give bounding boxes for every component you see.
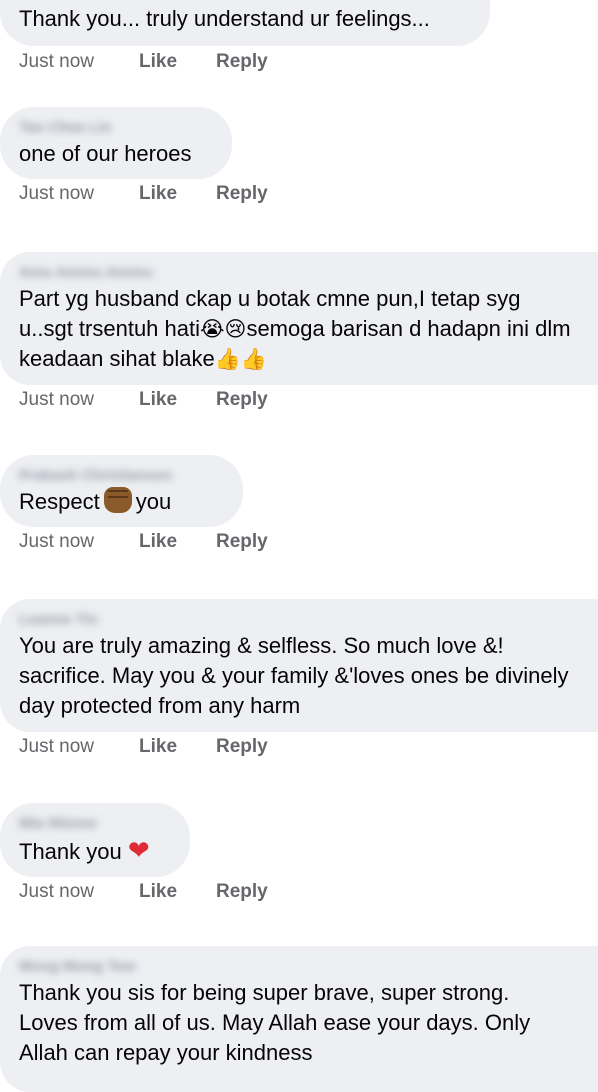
comment-bubble: Mia Wiener Thank you ❤ — [0, 803, 190, 877]
comment-author[interactable]: Amu Ammu Ammu — [19, 262, 574, 284]
raised-fist-icon — [103, 487, 132, 513]
comment: Mong Mong Tew Thank you sis for being su… — [0, 946, 598, 1092]
crying-emoji-icon: 😭😢 — [200, 317, 247, 341]
comment-author[interactable]: Mong Mong Tew — [19, 956, 574, 978]
comment-author[interactable]: Tan Chee Lin — [19, 117, 208, 139]
comment-time: Just now — [19, 183, 94, 204]
comment-feed: Thank you... truly understand ur feeling… — [0, 0, 598, 1092]
comment-bubble: Amu Ammu Ammu Part yg husband ckap u bot… — [0, 252, 598, 385]
comment-time: Just now — [19, 881, 94, 902]
comment-text: Thank you... truly understand ur feeling… — [19, 6, 430, 31]
comment: Prakash Christiansen Respect you Just now… — [0, 455, 598, 557]
comment-time: Just now — [19, 736, 94, 757]
like-button[interactable]: Like — [139, 51, 216, 73]
reply-button[interactable]: Reply — [216, 736, 268, 758]
comment-actions: Just now Like Reply — [0, 179, 598, 209]
comment-text: Part yg husband ckap u botak cmne pun,I … — [19, 284, 574, 374]
reply-button[interactable]: Reply — [216, 183, 268, 205]
comment-actions: Just now Like Reply — [0, 385, 598, 415]
comment-author[interactable]: Prakash Christiansen — [19, 465, 219, 487]
comment-text: Respect you — [19, 487, 219, 517]
comment-time: Just now — [19, 51, 94, 72]
like-button[interactable]: Like — [139, 183, 216, 205]
comment-text-part: you — [135, 489, 172, 514]
comment-bubble: Mong Mong Tew Thank you sis for being su… — [0, 946, 598, 1092]
comment-text: Thank you sis for being super brave, sup… — [19, 980, 531, 1065]
reply-button[interactable]: Reply — [216, 531, 268, 553]
comment-author[interactable]: Leanne Tin — [19, 609, 574, 631]
heart-icon: ❤ — [127, 835, 150, 865]
comment-actions: Just now Like Reply — [0, 732, 598, 762]
reply-button[interactable]: Reply — [216, 389, 268, 411]
comment-actions: Just now Like Reply — [0, 527, 598, 557]
comment-text: one of our heroes — [19, 141, 192, 166]
comment-time: Just now — [19, 531, 94, 552]
comment-author[interactable]: Mia Wiener — [19, 813, 166, 835]
like-button[interactable]: Like — [139, 531, 216, 553]
comment-actions: Just now Like Reply — [0, 47, 598, 77]
reply-button[interactable]: Reply — [216, 51, 268, 73]
comment-bubble: Leanne Tin You are truly amazing & selfl… — [0, 599, 598, 732]
comment-text-part: Thank you — [19, 839, 122, 864]
comment: Amu Ammu Ammu Part yg husband ckap u bot… — [0, 252, 598, 415]
comment-actions: Just now Like Reply — [0, 877, 598, 907]
reply-button[interactable]: Reply — [216, 881, 268, 903]
comment: Tan Chee Lin one of our heroes Just now … — [0, 107, 598, 209]
like-button[interactable]: Like — [139, 389, 216, 411]
comment: Thank you... truly understand ur feeling… — [0, 0, 598, 77]
like-button[interactable]: Like — [139, 881, 216, 903]
comment: Mia Wiener Thank you ❤ Just now Like Rep… — [0, 803, 598, 907]
comment-text-part: Respect — [19, 489, 100, 514]
comment-text: You are truly amazing & selfless. So muc… — [19, 633, 569, 718]
comment-time: Just now — [19, 389, 94, 410]
comment-text: Thank you ❤ — [19, 835, 166, 867]
thumbs-up-emoji-icon: 👍👍 — [214, 347, 267, 371]
comment-bubble: Prakash Christiansen Respect you — [0, 455, 243, 527]
comment-bubble: Tan Chee Lin one of our heroes — [0, 107, 232, 179]
like-button[interactable]: Like — [139, 736, 216, 758]
comment-bubble: Thank you... truly understand ur feeling… — [0, 0, 490, 46]
comment: Leanne Tin You are truly amazing & selfl… — [0, 599, 598, 762]
